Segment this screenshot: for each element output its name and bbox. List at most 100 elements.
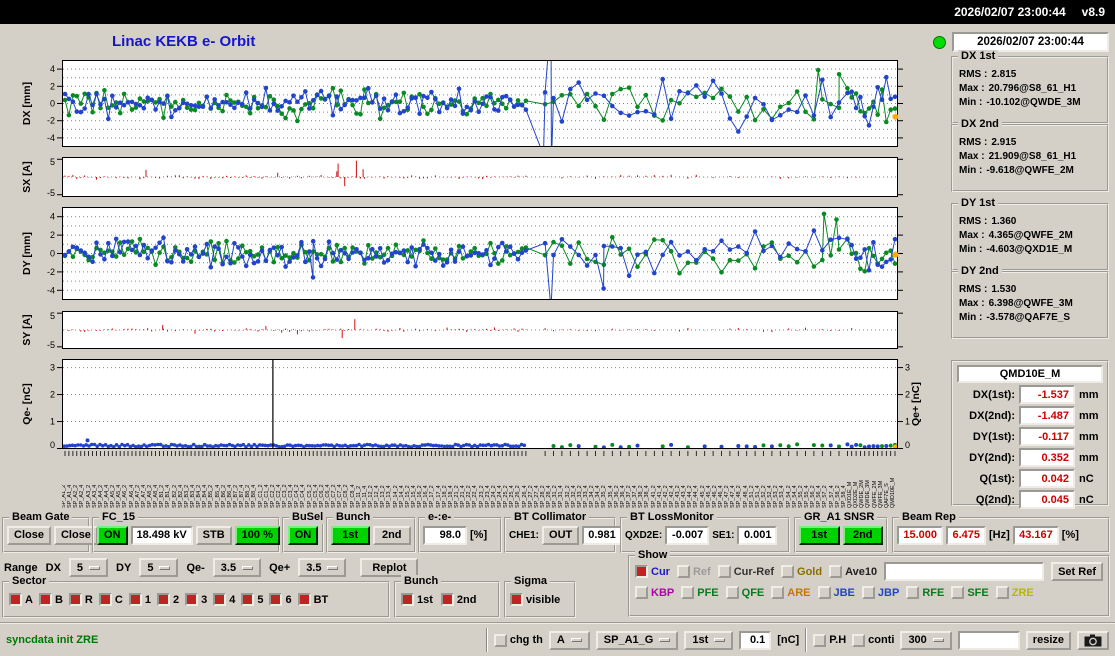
points-select[interactable]: 300 xyxy=(900,631,951,650)
show-toggle-ave10[interactable]: Ave10 xyxy=(829,565,877,578)
ph-toggle[interactable]: P.H xyxy=(813,634,846,647)
checkbox-indicator[interactable] xyxy=(635,565,648,578)
bunch-toggle-1st[interactable]: 1st xyxy=(401,593,433,606)
ph-label: P.H xyxy=(829,634,846,646)
bunch-2nd-button[interactable]: 2nd xyxy=(373,526,412,545)
checkbox-indicator[interactable] xyxy=(241,593,254,606)
checkbox-label: 3 xyxy=(201,594,207,606)
gate-select[interactable]: A xyxy=(549,631,590,650)
show-toggle-jbp[interactable]: JBP xyxy=(862,586,899,599)
checkbox-indicator[interactable] xyxy=(818,586,831,599)
checkbox-indicator[interactable] xyxy=(726,586,739,599)
bpm-select[interactable]: SP_A1_G xyxy=(596,631,679,650)
range-qep-select[interactable]: 3.5 xyxy=(298,558,346,577)
bunch-1st-button[interactable]: 1st xyxy=(331,526,370,545)
checkbox-indicator[interactable] xyxy=(441,593,454,606)
range-qem-select[interactable]: 3.5 xyxy=(213,558,261,577)
acquisition-timestamp: 2026/02/07 23:00:44 xyxy=(952,32,1109,52)
sigma-toggle-visible[interactable]: visible xyxy=(510,593,560,606)
checkbox-indicator[interactable] xyxy=(39,593,52,606)
sector-toggle-6[interactable]: 6 xyxy=(269,593,291,606)
range-qep-value: 3.5 xyxy=(306,562,321,574)
sy-chart: 5-5SY [A] xyxy=(0,311,930,352)
show-toggle-kbp[interactable]: KBP xyxy=(635,586,674,599)
conti-toggle[interactable]: conti xyxy=(852,634,894,647)
sector-toggle-a[interactable]: A xyxy=(9,593,33,606)
show-toggle-are[interactable]: ARE xyxy=(771,586,810,599)
svg-text:-4: -4 xyxy=(47,133,55,143)
show-toggle-qfe[interactable]: QFE xyxy=(726,586,765,599)
bunch-select[interactable]: 1st xyxy=(684,631,733,650)
bunch-select-value: 1st xyxy=(692,634,708,646)
screenshot-button[interactable] xyxy=(1077,631,1109,650)
sector-toggle-2[interactable]: 2 xyxy=(157,593,179,606)
checkbox-indicator[interactable] xyxy=(718,565,731,578)
checkbox-indicator[interactable] xyxy=(129,593,142,606)
set-ref-button[interactable]: Set Ref xyxy=(1051,562,1103,581)
che1-state-button[interactable]: OUT xyxy=(542,526,579,545)
show-toggle-sfe[interactable]: SFE xyxy=(951,586,988,599)
ee-ratio-title: e-:e- xyxy=(425,511,454,524)
checkbox-indicator[interactable] xyxy=(401,593,414,606)
beam-gate-close-button-1[interactable]: Close xyxy=(7,526,51,545)
checkbox-indicator[interactable] xyxy=(681,586,694,599)
min-value: -3.578@QAF7E_S xyxy=(986,311,1070,325)
checkbox-indicator[interactable] xyxy=(813,634,826,647)
sector-toggle-b[interactable]: B xyxy=(39,593,63,606)
sector-toggle-3[interactable]: 3 xyxy=(185,593,207,606)
show-toggle-gold[interactable]: Gold xyxy=(781,565,822,578)
show-toggle-rfe[interactable]: RFE xyxy=(906,586,944,599)
busel-on-button[interactable]: ON xyxy=(288,526,319,545)
show-toggle-cur[interactable]: Cur xyxy=(635,565,670,578)
fc15-on-button[interactable]: ON xyxy=(97,526,128,545)
sector-toggle-5[interactable]: 5 xyxy=(241,593,263,606)
chg-th-toggle[interactable]: chg th xyxy=(494,634,543,647)
chg-th-label: chg th xyxy=(510,634,543,646)
checkbox-indicator[interactable] xyxy=(781,565,794,578)
checkbox-indicator[interactable] xyxy=(298,593,311,606)
show-toggle-jbe[interactable]: JBE xyxy=(818,586,855,599)
checkbox-indicator[interactable] xyxy=(269,593,282,606)
checkbox-indicator[interactable] xyxy=(862,586,875,599)
sector-toggle-4[interactable]: 4 xyxy=(213,593,235,606)
checkbox-indicator[interactable] xyxy=(510,593,523,606)
resize-button[interactable]: resize xyxy=(1026,631,1071,650)
checkbox-indicator[interactable] xyxy=(996,586,1009,599)
snsr-1st-button[interactable]: 1st xyxy=(799,526,840,545)
spare-input[interactable] xyxy=(958,631,1020,650)
threshold-value[interactable]: 0.1 xyxy=(739,631,771,650)
sector-toggle-bt[interactable]: BT xyxy=(298,593,329,606)
range-row: Range DX 5 DY 5 Qe- 3.5 Qe+ 3.5 Replot xyxy=(4,556,418,579)
checkbox-indicator[interactable] xyxy=(829,565,842,578)
sector-toggle-r[interactable]: R xyxy=(69,593,93,606)
checkbox-label: Gold xyxy=(797,566,822,578)
checkbox-indicator[interactable] xyxy=(213,593,226,606)
show-toggle-ref[interactable]: Ref xyxy=(677,565,711,578)
show-toggle-cur-ref[interactable]: Cur-Ref xyxy=(718,565,774,578)
beam-rep-title: Beam Rep xyxy=(899,511,959,524)
show-toggle-pfe[interactable]: PFE xyxy=(681,586,718,599)
checkbox-indicator[interactable] xyxy=(99,593,112,606)
bunch-toggle-2nd[interactable]: 2nd xyxy=(441,593,477,606)
checkbox-indicator[interactable] xyxy=(906,586,919,599)
checkbox-indicator[interactable] xyxy=(852,634,865,647)
fc15-stb-button[interactable]: STB xyxy=(196,526,232,545)
checkbox-indicator[interactable] xyxy=(9,593,22,606)
show-title: Show xyxy=(635,549,670,562)
range-dy-select[interactable]: 5 xyxy=(139,558,178,577)
ref-file-input[interactable] xyxy=(884,562,1044,581)
checkbox-indicator[interactable] xyxy=(635,586,648,599)
sector-toggle-1[interactable]: 1 xyxy=(129,593,151,606)
snsr-2nd-button[interactable]: 2nd xyxy=(843,526,884,545)
checkbox-indicator[interactable] xyxy=(494,634,507,647)
checkbox-indicator[interactable] xyxy=(771,586,784,599)
checkbox-indicator[interactable] xyxy=(157,593,170,606)
show-toggle-zre[interactable]: ZRE xyxy=(996,586,1034,599)
beam-rep-panel: Beam Rep 15.000 6.475 [Hz] 43.167 [%] xyxy=(892,517,1110,553)
checkbox-indicator[interactable] xyxy=(677,565,690,578)
sector-toggle-c[interactable]: C xyxy=(99,593,123,606)
checkbox-indicator[interactable] xyxy=(69,593,82,606)
range-dx-select[interactable]: 5 xyxy=(69,558,108,577)
checkbox-indicator[interactable] xyxy=(185,593,198,606)
checkbox-indicator[interactable] xyxy=(951,586,964,599)
